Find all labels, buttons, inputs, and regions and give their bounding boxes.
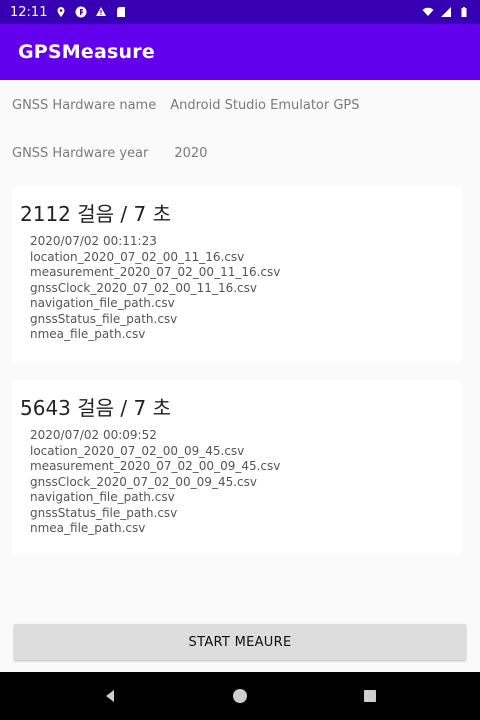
record-measurement-file: measurement_2020_07_02_00_09_45.csv [30, 459, 281, 473]
app-bar: GPSMeasure [0, 24, 480, 80]
status-time: 12:11 [10, 4, 48, 20]
hardware-year-row: GNSS Hardware year 2020 [12, 146, 207, 161]
f-badge-icon [75, 6, 87, 18]
record-gnssclock-file: gnssClock_2020_07_02_00_09_45.csv [30, 474, 257, 489]
record-timestamp: 2020/07/02 00:11:23 [30, 234, 157, 248]
wifi-icon [422, 7, 434, 16]
record-title: 2112 걸음 / 7 초 [20, 202, 171, 226]
hardware-name-row: GNSS Hardware name Android Studio Emulat… [12, 98, 360, 113]
start-measure-button[interactable]: START MEAURE [14, 624, 466, 660]
record-location-file: location_2020_07_02_00_09_45.csv [30, 443, 245, 458]
back-icon [106, 690, 114, 702]
recents-icon [364, 690, 376, 702]
record-gnssclock-file: gnssClock_2020_07_02_00_11_16.csv [30, 280, 257, 295]
hardware-year-value: 2020 [174, 146, 208, 161]
app-title: GPSMeasure [18, 41, 155, 63]
record-card[interactable]: 5643 걸음 / 7 초 2020/07/02 00:09:52 locati… [12, 380, 462, 554]
back-button[interactable] [100, 686, 120, 706]
alert-icon [96, 7, 107, 16]
record-navigation-file: navigation_file_path.csv [30, 296, 175, 310]
home-icon [233, 689, 247, 703]
location-icon [57, 7, 65, 17]
record-nmea-file: nmea_file_path.csv [30, 327, 146, 341]
record-navigation-file: navigation_file_path.csv [30, 490, 175, 504]
home-button[interactable] [230, 686, 250, 706]
hardware-name-label: GNSS Hardware name [12, 98, 157, 113]
record-gnssstatus-file: gnssStatus_file_path.csv [30, 505, 178, 520]
sd-card-icon [117, 7, 126, 17]
record-measurement-file: measurement_2020_07_02_00_11_16.csv [30, 265, 281, 279]
record-gnssstatus-file: gnssStatus_file_path.csv [30, 311, 178, 326]
record-timestamp: 2020/07/02 00:09:52 [30, 428, 157, 442]
record-location-file: location_2020_07_02_00_11_16.csv [30, 249, 245, 264]
record-card[interactable]: 2112 걸음 / 7 초 2020/07/02 00:11:23 locati… [12, 186, 462, 362]
battery-icon [461, 7, 467, 17]
record-title: 5643 걸음 / 7 초 [20, 396, 171, 420]
hardware-year-label: GNSS Hardware year [12, 146, 149, 161]
system-nav-bar [0, 672, 480, 720]
record-nmea-file: nmea_file_path.csv [30, 521, 146, 535]
status-bar: 12:11 [0, 0, 480, 24]
recents-button[interactable] [360, 686, 380, 706]
hardware-name-value: Android Studio Emulator GPS [170, 98, 360, 113]
cell-signal-icon [441, 7, 451, 17]
